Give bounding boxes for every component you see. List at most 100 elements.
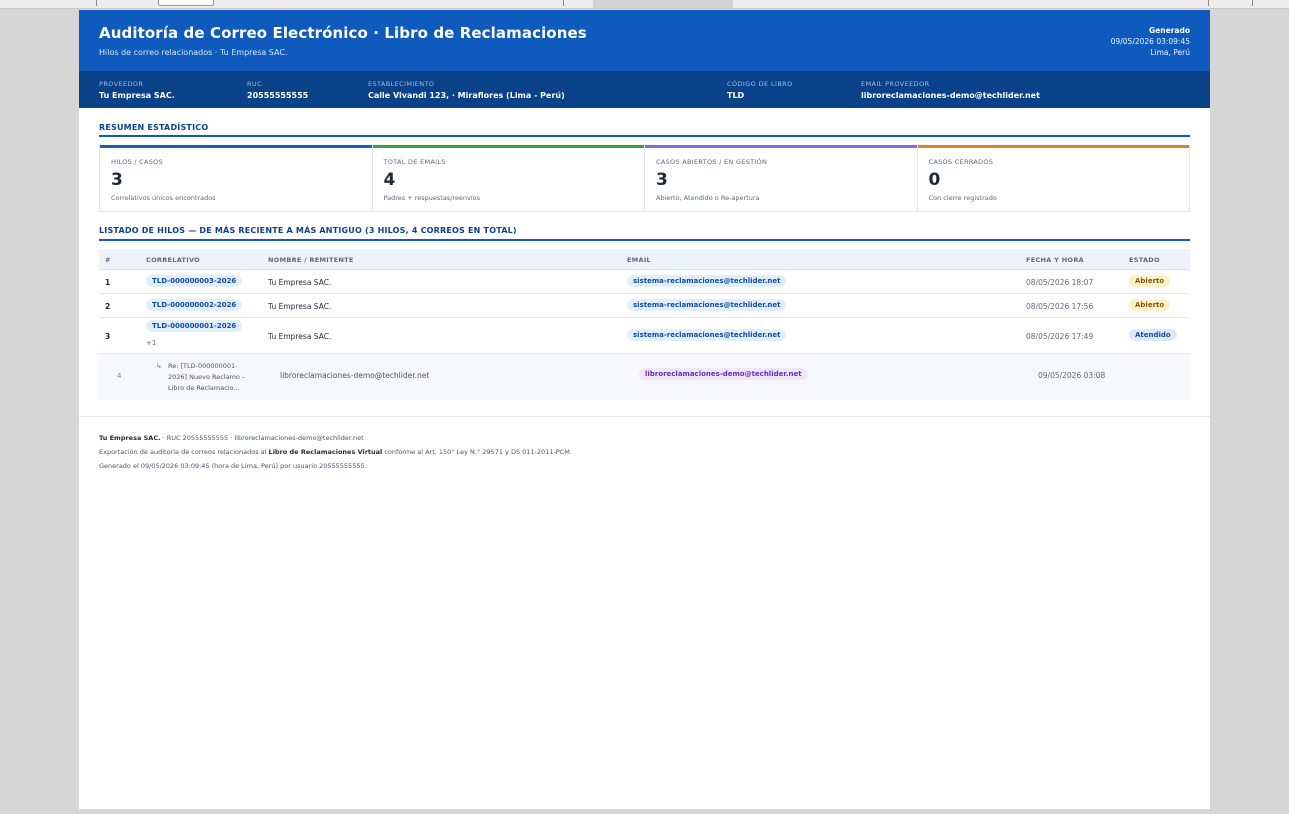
row-sender: Tu Empresa SAC. [268, 332, 332, 341]
child-sender: libroreclamaciones-demo@techlider.net [280, 371, 430, 380]
card-value: 0 [928, 170, 941, 190]
card-accent-bar [372, 145, 644, 148]
meta-email-value: libroreclamaciones-demo@techlider.net [861, 91, 1040, 100]
summary-cards: HILOS / CASOS 3 Correlativos únicos enco… [99, 145, 1190, 212]
footer-generated: Generado el 09/05/2026 03:09:45 (hora de… [99, 462, 367, 470]
active-tab[interactable] [593, 0, 733, 8]
card-threads: HILOS / CASOS 3 Correlativos únicos enco… [100, 145, 373, 211]
footer-book-name: Libro de Reclamaciones Virtual [268, 448, 383, 456]
meta-book-code-value: TLD [727, 91, 745, 100]
status-badge: Abierto [1129, 299, 1171, 311]
row-datetime: 08/05/2026 18:07 [1026, 278, 1094, 287]
col-header-correlativo: CORRELATIVO [146, 256, 201, 264]
card-label: CASOS ABIERTOS / EN GESTIÓN [656, 158, 768, 166]
card-accent-bar [917, 145, 1189, 148]
table-row[interactable]: 3 TLD-000000001-2026 +1 Tu Empresa SAC. … [99, 318, 1190, 354]
table-row[interactable]: 2 TLD-000000002-2026 Tu Empresa SAC. sis… [99, 294, 1190, 318]
report-subtitle: Hilos de correo relacionados · Tu Empres… [99, 48, 288, 57]
card-description: Abierto, Atendido o Re-apertura [656, 194, 760, 202]
row-sender: Tu Empresa SAC. [268, 278, 332, 287]
child-datetime: 09/05/2026 03:08 [1038, 371, 1106, 380]
footer-legal-text: conforme al Art. 150° Ley N.° 29571 y DS… [384, 448, 572, 456]
browser-top-strip [0, 0, 1289, 9]
summary-divider [99, 135, 1190, 137]
correlativo-badge[interactable]: TLD-000000003-2026 [146, 275, 243, 287]
toolbar-divider [563, 0, 564, 6]
card-label: CASOS CERRADOS [928, 158, 994, 166]
reply-arrow-icon: ↳ [156, 362, 162, 370]
footer-line-2: Exportación de auditoría de correos rela… [99, 445, 1190, 459]
row-num: 1 [105, 278, 111, 287]
card-open-cases: CASOS ABIERTOS / EN GESTIÓN 3 Abierto, A… [645, 145, 918, 211]
generated-location: Lima, Perú [1150, 48, 1190, 57]
card-label: TOTAL DE EMAILS [383, 158, 446, 166]
correlativo-badge[interactable]: TLD-000000002-2026 [146, 299, 243, 311]
child-subject-line: 2026] Nuevo Reclamo – [168, 373, 246, 381]
email-badge[interactable]: sistema-reclamaciones@techlider.net [627, 275, 787, 287]
report-footer: Tu Empresa SAC. · RUC 20555555555 · libr… [79, 416, 1210, 473]
correlativo-badge[interactable]: TLD-000000001-2026 [146, 320, 243, 332]
footer-line-1: Tu Empresa SAC. · RUC 20555555555 · libr… [99, 431, 1190, 445]
meta-provider-label: PROVEEDOR [99, 80, 144, 88]
listing-section-title: LISTADO DE HILOS — DE MÁS RECIENTE A MÁS… [99, 226, 517, 235]
card-closed-cases: CASOS CERRADOS 0 Con cierre registrado [917, 145, 1189, 211]
card-value: 3 [656, 170, 668, 190]
col-header-num: # [105, 256, 111, 264]
footer-export-text: Exportación de auditoría de correos rela… [99, 448, 267, 456]
child-email-badge[interactable]: libroreclamaciones-demo@techlider.net [639, 368, 808, 380]
toolbar-divider [1208, 0, 1209, 6]
card-description: Con cierre registrado [928, 194, 997, 202]
row-sender: Tu Empresa SAC. [268, 302, 332, 311]
table-header: # CORRELATIVO NOMBRE / REMITENTE EMAIL F… [99, 249, 1190, 270]
status-badge: Atendido [1129, 329, 1177, 341]
row-num: 4 [117, 372, 122, 380]
meta-book-code: CÓDIGO DE LIBRO TLD [727, 80, 793, 100]
row-num: 2 [105, 302, 111, 311]
meta-establishment-label: ESTABLECIMIENTO [368, 80, 435, 88]
col-header-email: EMAIL [627, 256, 651, 264]
report-page: Auditoría de Correo Electrónico · Libro … [79, 10, 1210, 809]
email-badge[interactable]: sistema-reclamaciones@techlider.net [627, 299, 787, 311]
provider-meta-bar: PROVEEDOR Tu Empresa SAC. RUC 2055555555… [79, 71, 1210, 108]
email-badge[interactable]: sistema-reclamaciones@techlider.net [627, 329, 787, 341]
meta-ruc-value: 20555555555 [247, 91, 309, 100]
meta-provider: PROVEEDOR Tu Empresa SAC. [99, 80, 175, 100]
child-subject-line: Libro de Reclamacio... [168, 384, 240, 392]
row-datetime: 08/05/2026 17:56 [1026, 302, 1094, 311]
child-subject: Re: [TLD-000000001- 2026] Nuevo Reclamo … [168, 361, 245, 394]
meta-email-label: EMAIL PROVEEDOR [861, 80, 930, 88]
card-accent-bar [100, 145, 372, 148]
col-header-fecha: FECHA Y HORA [1026, 256, 1084, 264]
summary-section-title: RESUMEN ESTADÍSTICO [99, 123, 209, 132]
toolbar-divider [1252, 0, 1253, 6]
table-row[interactable]: 1 TLD-000000003-2026 Tu Empresa SAC. sis… [99, 270, 1190, 294]
meta-provider-value: Tu Empresa SAC. [99, 91, 175, 100]
meta-book-code-label: CÓDIGO DE LIBRO [727, 80, 793, 88]
row-num: 3 [105, 332, 111, 341]
meta-ruc-label: RUC [247, 80, 263, 88]
toolbar-input[interactable] [158, 0, 214, 6]
card-total-emails: TOTAL DE EMAILS 4 Padres + respuestas/re… [372, 145, 645, 211]
generated-info: Generado 09/05/2026 03:09:45 Lima, Perú [1111, 25, 1190, 58]
child-subject-line: Re: [TLD-000000001- [168, 362, 238, 370]
card-label: HILOS / CASOS [111, 158, 164, 166]
footer-company-info: · RUC 20555555555 · libroreclamaciones-d… [162, 434, 364, 442]
card-value: 4 [383, 170, 396, 190]
meta-email: EMAIL PROVEEDOR libroreclamaciones-demo@… [861, 80, 1040, 100]
row-datetime: 08/05/2026 17:49 [1026, 332, 1094, 341]
meta-ruc: RUC 20555555555 [247, 80, 308, 100]
col-header-nombre: NOMBRE / REMITENTE [268, 256, 354, 264]
reply-count[interactable]: +1 [146, 339, 156, 347]
card-description: Padres + respuestas/reenvíos [383, 194, 481, 202]
child-row[interactable]: 4 ↳ Re: [TLD-000000001- 2026] Nuevo Recl… [99, 354, 1190, 400]
meta-establishment: ESTABLECIMIENTO Calle Vivandi 123, · Mir… [368, 80, 565, 100]
meta-establishment-value: Calle Vivandi 123, · Miraflores (Lima - … [368, 91, 565, 100]
col-header-estado: ESTADO [1129, 256, 1160, 264]
generated-label: Generado [1149, 26, 1190, 35]
card-accent-bar [645, 145, 917, 148]
status-badge: Abierto [1129, 275, 1171, 287]
card-description: Correlativos únicos encontrados [111, 194, 216, 202]
generated-datetime: 09/05/2026 03:09:45 [1110, 37, 1190, 46]
report-title: Auditoría de Correo Electrónico · Libro … [99, 24, 587, 42]
threads-table: # CORRELATIVO NOMBRE / REMITENTE EMAIL F… [99, 249, 1190, 400]
